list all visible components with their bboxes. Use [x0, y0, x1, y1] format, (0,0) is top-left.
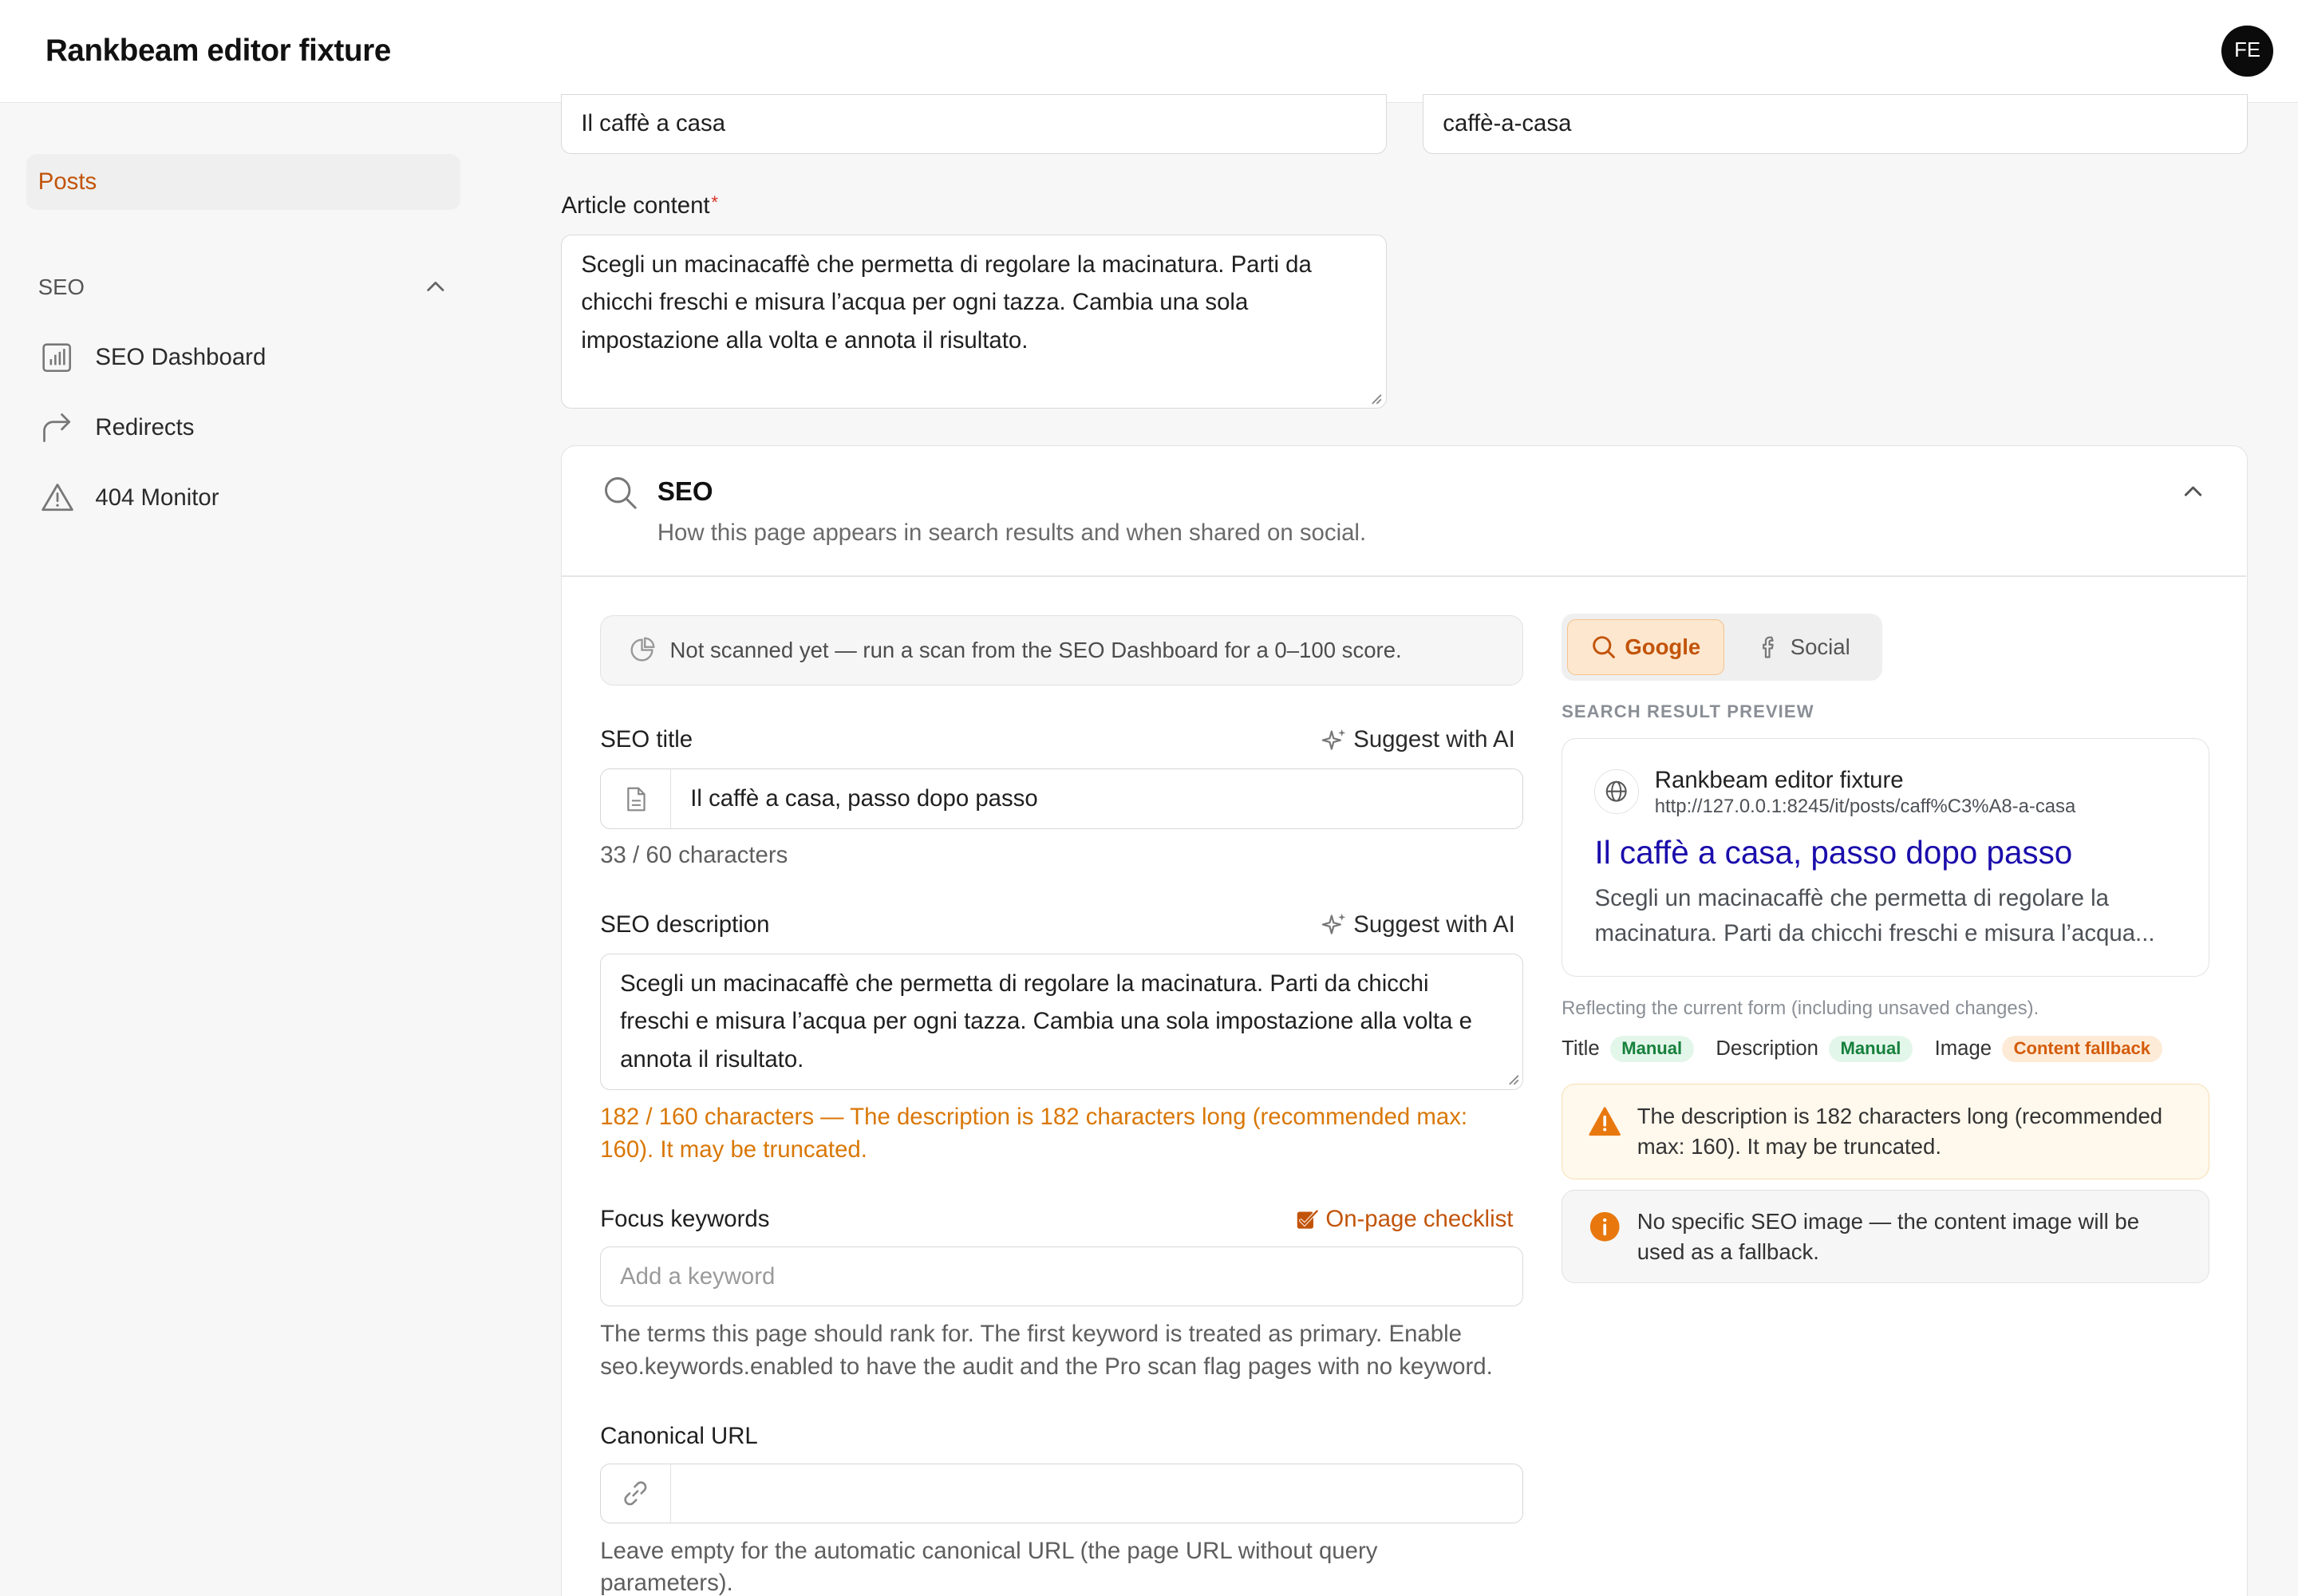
- chevron-up-icon: [426, 282, 444, 292]
- seo-panel-title: SEO: [657, 476, 713, 507]
- link-icon: [601, 1464, 672, 1523]
- image-fallback-alert: No specific SEO image — the content imag…: [1562, 1189, 2209, 1284]
- serp-description: Scegli un macinacaffè che permetta di re…: [1594, 885, 2155, 947]
- avatar[interactable]: FE: [2221, 25, 2273, 77]
- sidebar-item-label: SEO Dashboard: [95, 344, 267, 371]
- checklist-icon: [1297, 1209, 1319, 1229]
- preview-tabs: Google Social: [1562, 613, 1883, 681]
- article-content-label: Article content *: [561, 192, 718, 219]
- article-content-label-text: Article content: [561, 192, 710, 219]
- seo-panel-subtitle: How this page appears in search results …: [657, 519, 1367, 547]
- keyword-input[interactable]: Add a keyword: [600, 1246, 1524, 1307]
- tab-social-label: Social: [1790, 634, 1850, 659]
- sparkles-icon: [1321, 913, 1346, 934]
- document-icon: [601, 769, 672, 828]
- info-icon: [1589, 1212, 1620, 1242]
- bar-chart-icon: [38, 338, 77, 377]
- canonical-url-input[interactable]: [600, 1464, 1524, 1524]
- sidebar-item-seo-dashboard[interactable]: SEO Dashboard: [38, 336, 464, 380]
- tab-social[interactable]: Social: [1730, 619, 1877, 675]
- sidebar-item-label: Redirects: [95, 414, 195, 441]
- sidebar-item-posts[interactable]: Posts: [26, 153, 460, 210]
- search-result-preview: Rankbeam editor fixture http://127.0.0.1…: [1562, 737, 2209, 978]
- top-bar: Rankbeam editor fixture FE: [0, 0, 2298, 103]
- sidebar-section-label: SEO: [38, 274, 85, 299]
- tab-google-label: Google: [1625, 634, 1701, 659]
- keywords-hint: The terms this page should rank for. The…: [600, 1321, 1493, 1380]
- canonical-url-value: [671, 1464, 690, 1523]
- sidebar-item-404-monitor[interactable]: 404 Monitor: [38, 476, 464, 520]
- sidebar: Posts SEO SEO Dashboard Redirects 404 Mo…: [0, 104, 491, 1596]
- warning-triangle-icon: [38, 480, 77, 518]
- seo-description-textarea[interactable]: Scegli un macinacaffè che permetta di re…: [600, 953, 1524, 1090]
- seo-title-value: Il caffè a casa, passo dopo passo: [690, 785, 1038, 812]
- status-badge: Manual: [1828, 1035, 1913, 1063]
- scan-notice: Not scanned yet — run a scan from the SE…: [600, 614, 1524, 685]
- suggest-ai-label: Suggest with AI: [1353, 726, 1515, 753]
- canonical-hint: Leave empty for the automatic canonical …: [600, 1538, 1378, 1596]
- status-badge: Manual: [1609, 1035, 1694, 1063]
- collapse-chevron-icon[interactable]: [2180, 479, 2206, 505]
- serp-title: Il caffè a casa, passo dopo passo: [1594, 834, 2073, 871]
- source-label: Image: [1934, 1037, 1992, 1060]
- warning-icon: [1589, 1107, 1621, 1136]
- source-label: Title: [1562, 1037, 1600, 1060]
- tab-google[interactable]: Google: [1567, 619, 1724, 675]
- sparkles-icon: [1321, 729, 1346, 750]
- source-badges: Title Manual Description Manual Image Co…: [1562, 1035, 2184, 1063]
- title-input[interactable]: Il caffè a casa: [561, 93, 1387, 154]
- divider: [562, 575, 2246, 577]
- scan-notice-text: Not scanned yet — run a scan from the SE…: [669, 637, 1402, 662]
- seo-title-input[interactable]: Il caffè a casa, passo dopo passo: [600, 768, 1524, 829]
- focus-keywords-label: Focus keywords: [600, 1205, 770, 1232]
- article-content-text: Scegli un macinacaffè che permetta di re…: [581, 251, 1312, 354]
- seo-title-label: SEO title: [600, 726, 693, 753]
- seo-description-warning: 182 / 160 characters — The description i…: [600, 1104, 1468, 1163]
- seo-description-label: SEO description: [600, 911, 770, 938]
- alert-info-text: No specific SEO image — the content imag…: [1637, 1208, 2140, 1265]
- source-label: Description: [1716, 1037, 1818, 1060]
- resize-grip-icon[interactable]: [1508, 1074, 1520, 1086]
- slug-input[interactable]: caffè-a-casa: [1423, 93, 2249, 154]
- facebook-icon: [1763, 636, 1775, 658]
- seo-panel: SEO How this page appears in search resu…: [561, 445, 2249, 1596]
- preview-caption: SEARCH RESULT PREVIEW: [1562, 701, 1814, 721]
- seo-title-count: 33 / 60 characters: [600, 841, 788, 868]
- redirect-arrow-icon: [38, 409, 77, 447]
- onpage-checklist-link[interactable]: On-page checklist: [1295, 1205, 1514, 1233]
- serp-url: http://127.0.0.1:8245/it/posts/caff%C3%A…: [1654, 796, 2076, 818]
- serp-site-name: Rankbeam editor fixture: [1654, 766, 1904, 793]
- alert-warning-text: The description is 182 characters long (…: [1637, 1103, 2163, 1159]
- app-root: Rankbeam editor fixture FE Posts SEO SEO…: [0, 0, 2298, 1596]
- resize-grip-icon[interactable]: [1371, 393, 1383, 405]
- search-icon: [1593, 636, 1616, 659]
- sidebar-section-seo[interactable]: SEO: [38, 270, 446, 305]
- suggest-ai-description-button[interactable]: Suggest with AI: [1321, 911, 1515, 938]
- search-icon: [605, 477, 637, 509]
- canonical-url-label: Canonical URL: [600, 1422, 758, 1449]
- suggest-ai-title-button[interactable]: Suggest with AI: [1321, 726, 1515, 753]
- onpage-checklist-label: On-page checklist: [1325, 1205, 1514, 1232]
- suggest-ai-label: Suggest with AI: [1353, 911, 1515, 938]
- sidebar-item-label: 404 Monitor: [95, 484, 219, 512]
- article-content-textarea[interactable]: Scegli un macinacaffè che permetta di re…: [561, 234, 1387, 409]
- globe-icon: [1594, 769, 1639, 814]
- description-length-alert: The description is 182 characters long (…: [1562, 1084, 2209, 1179]
- seo-description-text: Scegli un macinacaffè che permetta di re…: [620, 970, 1472, 1073]
- status-badge: Content fallback: [2001, 1035, 2162, 1063]
- app-title: Rankbeam editor fixture: [45, 33, 391, 68]
- reflecting-note: Reflecting the current form (including u…: [1562, 997, 2039, 1019]
- pie-chart-icon: [630, 637, 655, 662]
- required-mark: *: [711, 192, 718, 212]
- sidebar-item-redirects[interactable]: Redirects: [38, 406, 464, 450]
